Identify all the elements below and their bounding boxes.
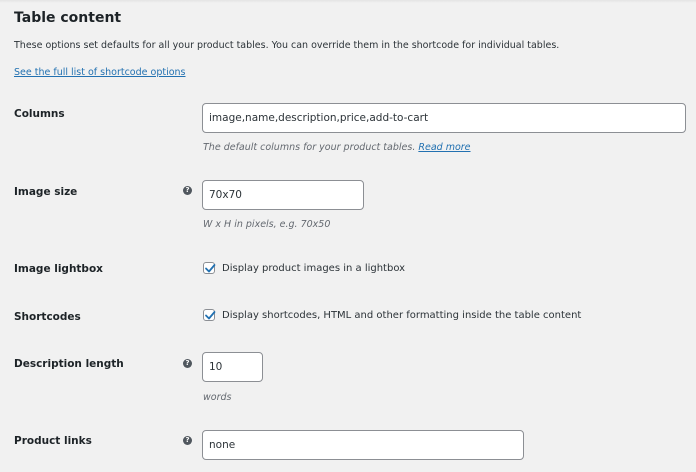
description-length-input[interactable]: 10	[202, 352, 263, 382]
image-size-label: Image size	[14, 186, 78, 198]
product-links-input[interactable]: none	[202, 430, 524, 460]
section-title: Table content	[14, 10, 122, 26]
image-lightbox-checkbox-label: Display product images in a lightbox	[222, 262, 406, 274]
help-icon[interactable]: ?	[183, 186, 192, 195]
help-icon[interactable]: ?	[183, 359, 192, 368]
description-length-unit: words	[203, 392, 232, 403]
image-lightbox-label: Image lightbox	[14, 263, 103, 275]
help-icon[interactable]: ?	[183, 436, 192, 445]
settings-page: Table content These options set defaults…	[0, 0, 696, 472]
checkmark-icon	[205, 264, 216, 273]
shortcodes-checkbox-label: Display shortcodes, HTML and other forma…	[222, 309, 582, 321]
shortcodes-option[interactable]: Display shortcodes, HTML and other forma…	[203, 309, 581, 321]
columns-label: Columns	[14, 108, 65, 120]
top-divider	[0, 0, 696, 3]
read-more-link[interactable]: Read more	[418, 142, 470, 153]
columns-description-text: The default columns for your product tab…	[203, 142, 416, 153]
shortcodes-checkbox[interactable]	[203, 309, 216, 321]
checkmark-icon	[205, 311, 216, 320]
columns-input[interactable]: image,name,description,price,add-to-cart	[202, 103, 686, 133]
product-links-label: Product links	[14, 435, 92, 447]
description-length-label: Description length	[14, 358, 124, 370]
section-description: These options set defaults for all your …	[14, 40, 560, 51]
shortcodes-label: Shortcodes	[14, 311, 81, 323]
image-lightbox-checkbox[interactable]	[203, 262, 216, 274]
image-size-description: W x H in pixels, e.g. 70x50	[203, 219, 331, 230]
image-lightbox-option[interactable]: Display product images in a lightbox	[203, 262, 405, 274]
columns-description: The default columns for your product tab…	[203, 142, 471, 153]
image-size-input[interactable]: 70x70	[202, 180, 364, 210]
shortcode-options-link[interactable]: See the full list of shortcode options	[14, 67, 186, 78]
